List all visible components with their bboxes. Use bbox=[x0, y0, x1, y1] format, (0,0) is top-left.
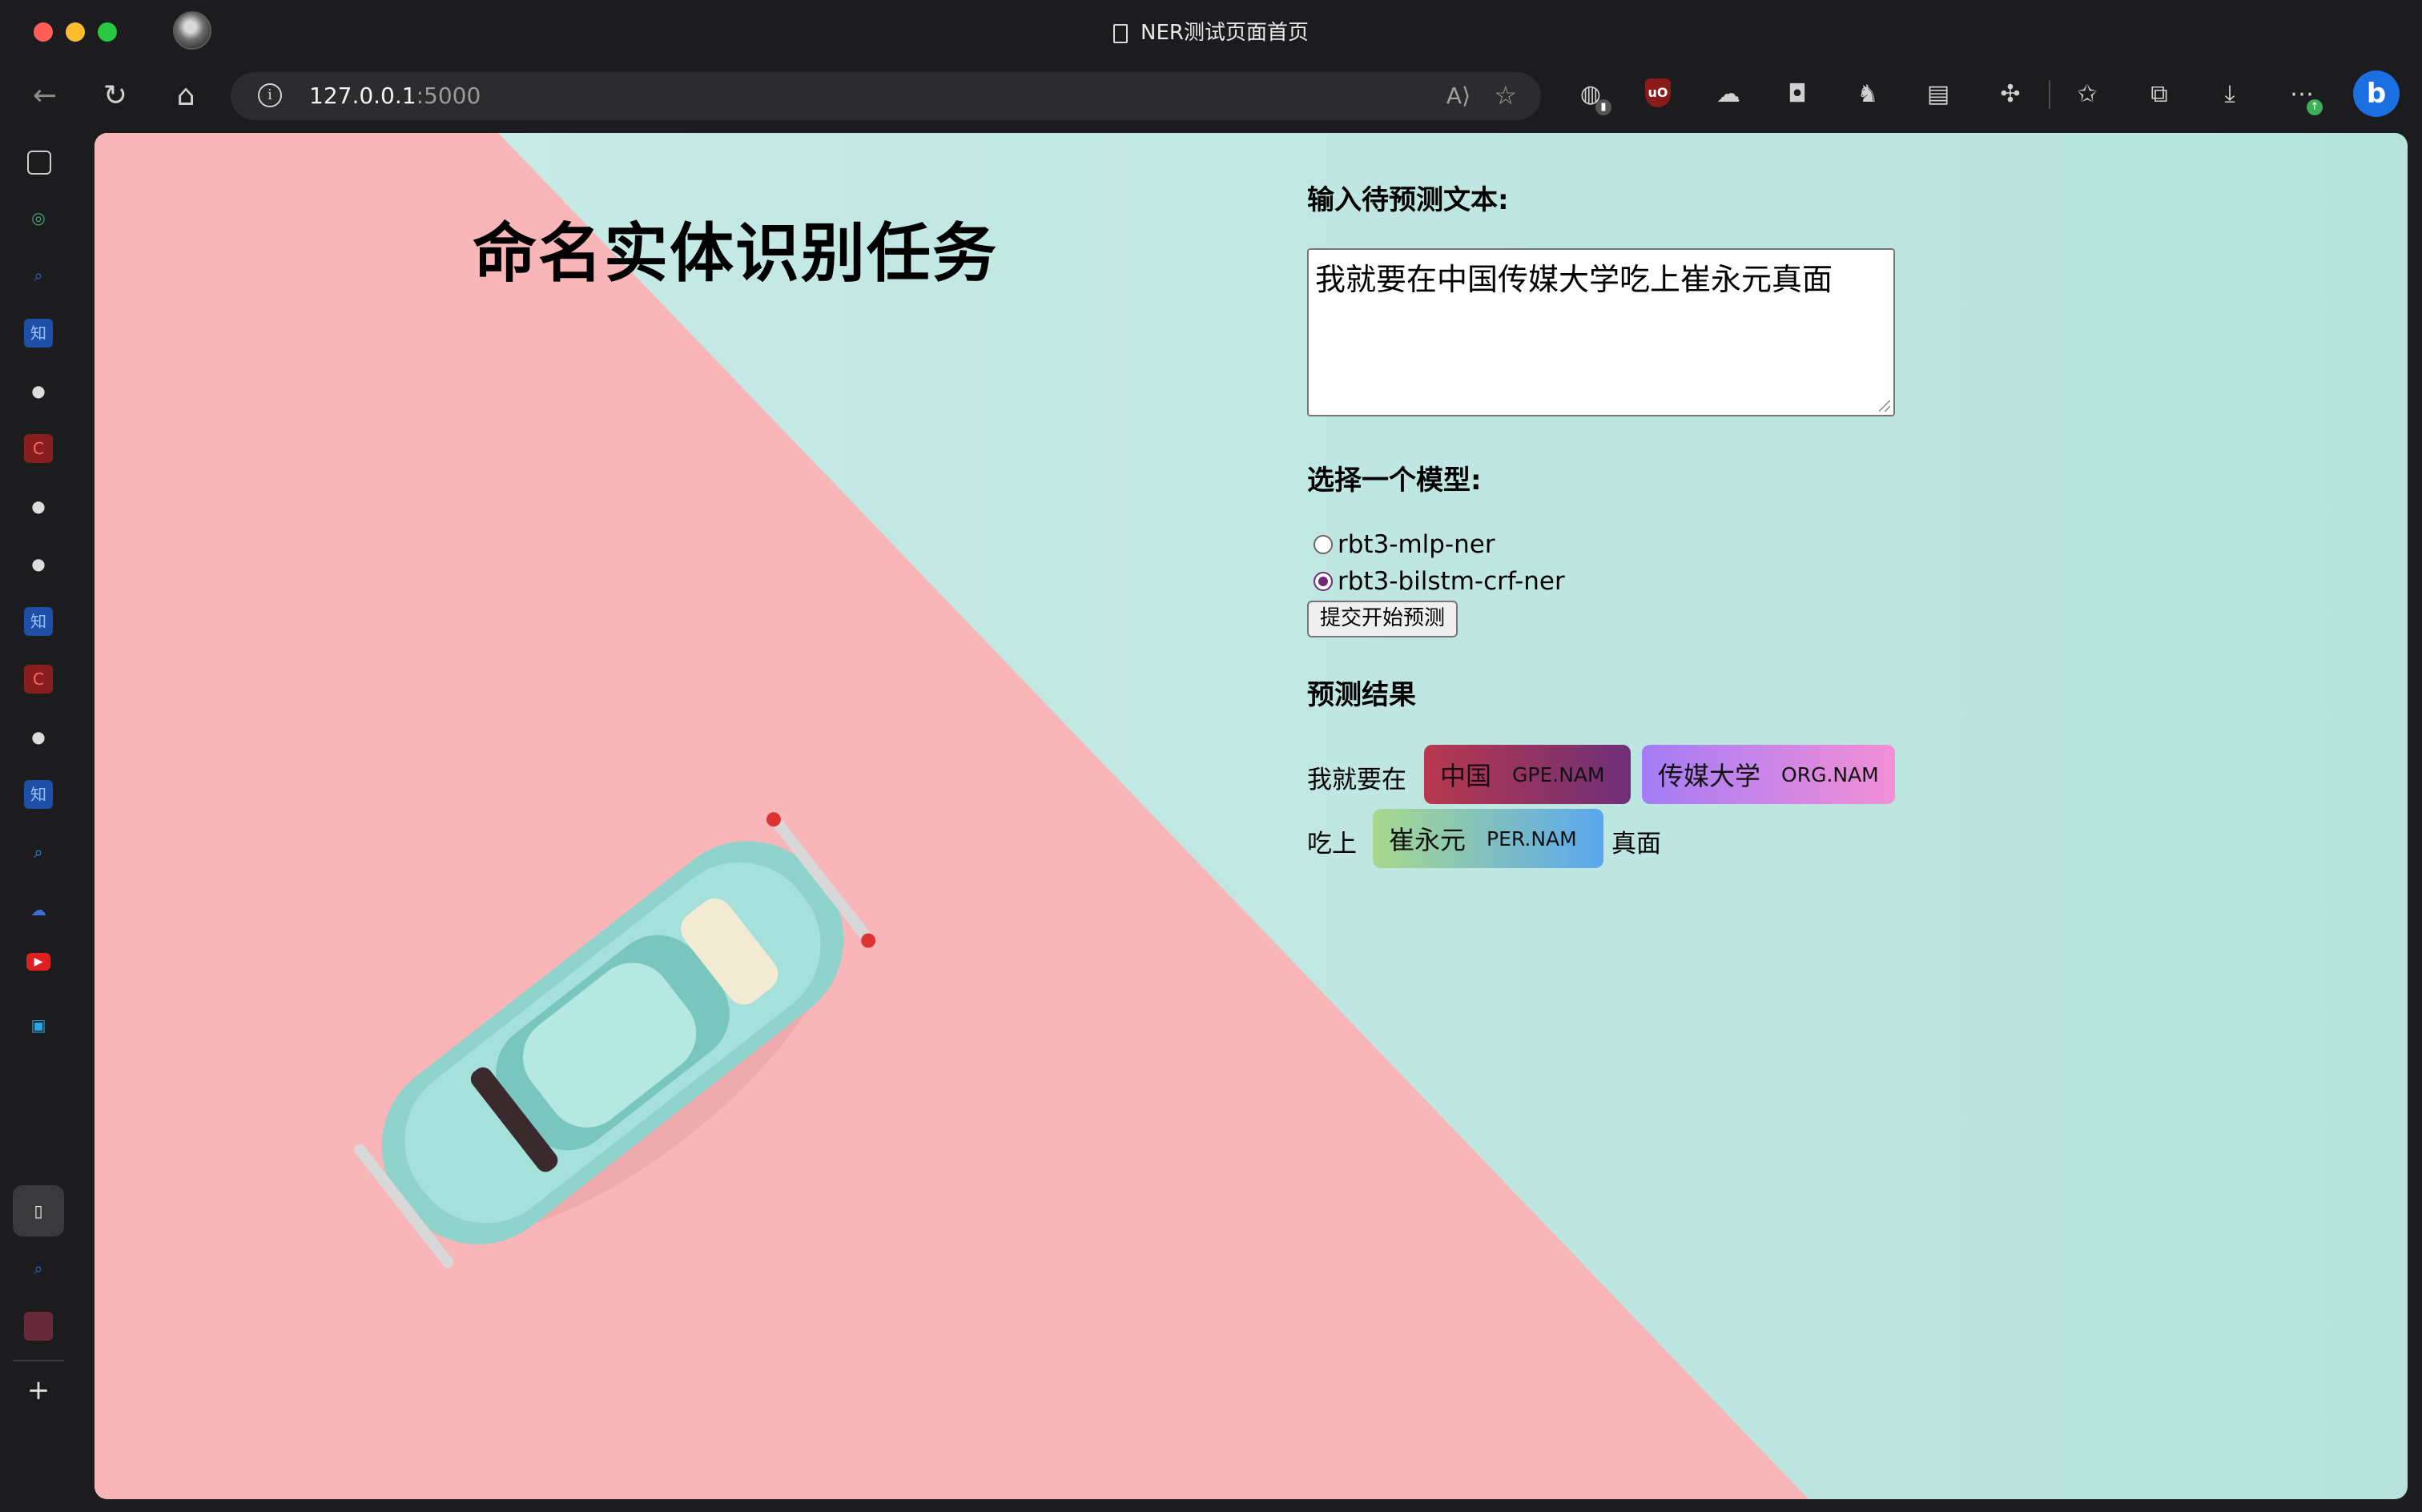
model-option-bilstm-crf[interactable]: rbt3-bilstm-crf-ner bbox=[1314, 567, 1565, 596]
more-menu-icon[interactable]: ⋯ ↑ bbox=[2286, 78, 2323, 115]
tab-github-icon[interactable]: ● bbox=[24, 549, 53, 578]
add-favorite-icon[interactable]: ☆ bbox=[1494, 80, 1517, 111]
title-bar: NER测试页面首页 bbox=[0, 0, 2422, 62]
glasses-extension-icon[interactable]: ◘ bbox=[1781, 78, 1813, 111]
tab-github-icon[interactable]: ● bbox=[24, 722, 53, 751]
model-option-label: rbt3-bilstm-crf-ner bbox=[1338, 567, 1565, 596]
tab-github-icon[interactable]: ● bbox=[24, 376, 53, 405]
input-label: 输入待预测文本: bbox=[1307, 184, 1509, 216]
site-info-icon[interactable]: i bbox=[258, 83, 282, 107]
reload-icon[interactable]: ↻ bbox=[98, 78, 133, 114]
tab-zhihu-icon[interactable]: 知 bbox=[24, 319, 53, 348]
entity-tag: PER.NAM bbox=[1487, 826, 1577, 850]
entity-org: 传媒大学 ORG.NAM bbox=[1642, 745, 1895, 804]
entity-gpe: 中国 GPE.NAM bbox=[1424, 745, 1631, 804]
tab-csdn-icon[interactable]: C bbox=[24, 434, 53, 463]
address-bar[interactable]: i 127.0.0.1:5000 A⟩ ☆ bbox=[231, 72, 1541, 120]
entity-tag: ORG.NAM bbox=[1781, 762, 1879, 786]
tab-github-icon[interactable]: ● bbox=[24, 492, 53, 521]
tab-title[interactable]: NER测试页面首页 bbox=[0, 16, 2422, 46]
tab-search-icon[interactable]: ⌕ bbox=[24, 261, 53, 290]
text-input-value: 我就要在中国传媒大学吃上崔永元真面 bbox=[1315, 262, 1833, 297]
url-text[interactable]: 127.0.0.1:5000 bbox=[309, 82, 481, 109]
entity-word: 崔永元 bbox=[1389, 825, 1466, 855]
tab-current-document-icon[interactable]: ▯ bbox=[24, 1196, 53, 1225]
page-extension-icon[interactable]: ▤ bbox=[1922, 78, 1954, 111]
model-option-label: rbt3-mlp-ner bbox=[1338, 530, 1495, 559]
submit-button[interactable]: 提交开始预测 bbox=[1307, 601, 1458, 637]
tab-title-text: NER测试页面首页 bbox=[1141, 21, 1309, 45]
tab-actions-icon[interactable] bbox=[27, 151, 51, 175]
downloads-icon[interactable]: ⤓ bbox=[2214, 78, 2246, 111]
tab-cloud-icon[interactable]: ☁ bbox=[24, 895, 53, 924]
text-input-area[interactable]: 我就要在中国传媒大学吃上崔永元真面 bbox=[1307, 248, 1895, 416]
tab-zhihu-icon[interactable]: 知 bbox=[24, 607, 53, 636]
result-plain-text: 真面 bbox=[1611, 830, 1661, 859]
new-tab-plus-icon[interactable]: + bbox=[24, 1376, 53, 1405]
vertical-tab-sidebar: ◎ ⌕ 知 ● C ● ● 知 C ● 知 ⌕ ☁ ▶ ▣ ▯ ⌕ + bbox=[0, 127, 77, 1512]
extension-globe-icon[interactable]: ◍ ▮ bbox=[1575, 78, 1611, 115]
tab-chatgpt-icon[interactable]: ◎ bbox=[24, 203, 53, 232]
ublock-icon[interactable]: uO bbox=[1645, 78, 1671, 107]
tab-zhihu-icon[interactable]: 知 bbox=[24, 780, 53, 809]
model-option-mlp[interactable]: rbt3-mlp-ner bbox=[1314, 530, 1495, 559]
cloud-extension-icon[interactable]: ☁ bbox=[1712, 78, 1744, 111]
resize-grip-icon[interactable] bbox=[1879, 400, 1890, 412]
entity-per: 崔永元 PER.NAM bbox=[1373, 809, 1603, 868]
radio-mlp[interactable] bbox=[1314, 535, 1333, 554]
browser-toolbar: ← ↻ ⌂ i 127.0.0.1:5000 A⟩ ☆ bbox=[0, 62, 2422, 127]
url-host: 127.0.0.1 bbox=[309, 82, 416, 109]
entity-word: 传媒大学 bbox=[1658, 761, 1761, 791]
entity-tag: GPE.NAM bbox=[1512, 762, 1605, 786]
result-plain-text: 我就要在 bbox=[1307, 766, 1406, 794]
spy-extension-icon[interactable]: ♞ bbox=[1852, 78, 1884, 111]
extensions-puzzle-icon[interactable]: ✣ bbox=[1994, 78, 2026, 111]
tab-bilibili-icon[interactable]: ▣ bbox=[24, 1011, 53, 1040]
tab-page-icon[interactable] bbox=[24, 1312, 53, 1341]
web-page: 命名实体识别任务 输入待预测文本: 我就要在中国传媒大学吃上崔永元真面 选择一个… bbox=[95, 133, 2408, 1499]
background-image bbox=[95, 133, 1808, 1499]
result-plain-text: 吃上 bbox=[1307, 830, 1357, 859]
toolbar-divider bbox=[2049, 80, 2050, 109]
tab-youtube-icon[interactable]: ▶ bbox=[26, 953, 50, 971]
tab-search-icon[interactable]: ⌕ bbox=[24, 838, 53, 867]
favorites-icon[interactable]: ✩ bbox=[2071, 78, 2103, 111]
result-heading: 预测结果 bbox=[1307, 679, 1416, 711]
back-icon[interactable]: ← bbox=[27, 78, 62, 114]
tab-search-icon[interactable]: ⌕ bbox=[24, 1254, 53, 1283]
url-port: :5000 bbox=[416, 82, 481, 109]
entity-word: 中国 bbox=[1440, 761, 1492, 791]
tab-csdn-icon[interactable]: C bbox=[24, 665, 53, 694]
collections-icon[interactable]: ⧉ bbox=[2143, 78, 2175, 111]
read-aloud-icon[interactable]: A⟩ bbox=[1446, 82, 1470, 109]
home-icon[interactable]: ⌂ bbox=[168, 78, 203, 114]
sidebar-divider bbox=[13, 1360, 64, 1361]
page-title: 命名实体识别任务 bbox=[473, 216, 998, 291]
radio-bilstm-crf[interactable] bbox=[1314, 572, 1333, 591]
copilot-icon[interactable]: b bbox=[2353, 70, 2400, 117]
model-label: 选择一个模型: bbox=[1307, 464, 1482, 497]
document-icon bbox=[1113, 24, 1129, 43]
